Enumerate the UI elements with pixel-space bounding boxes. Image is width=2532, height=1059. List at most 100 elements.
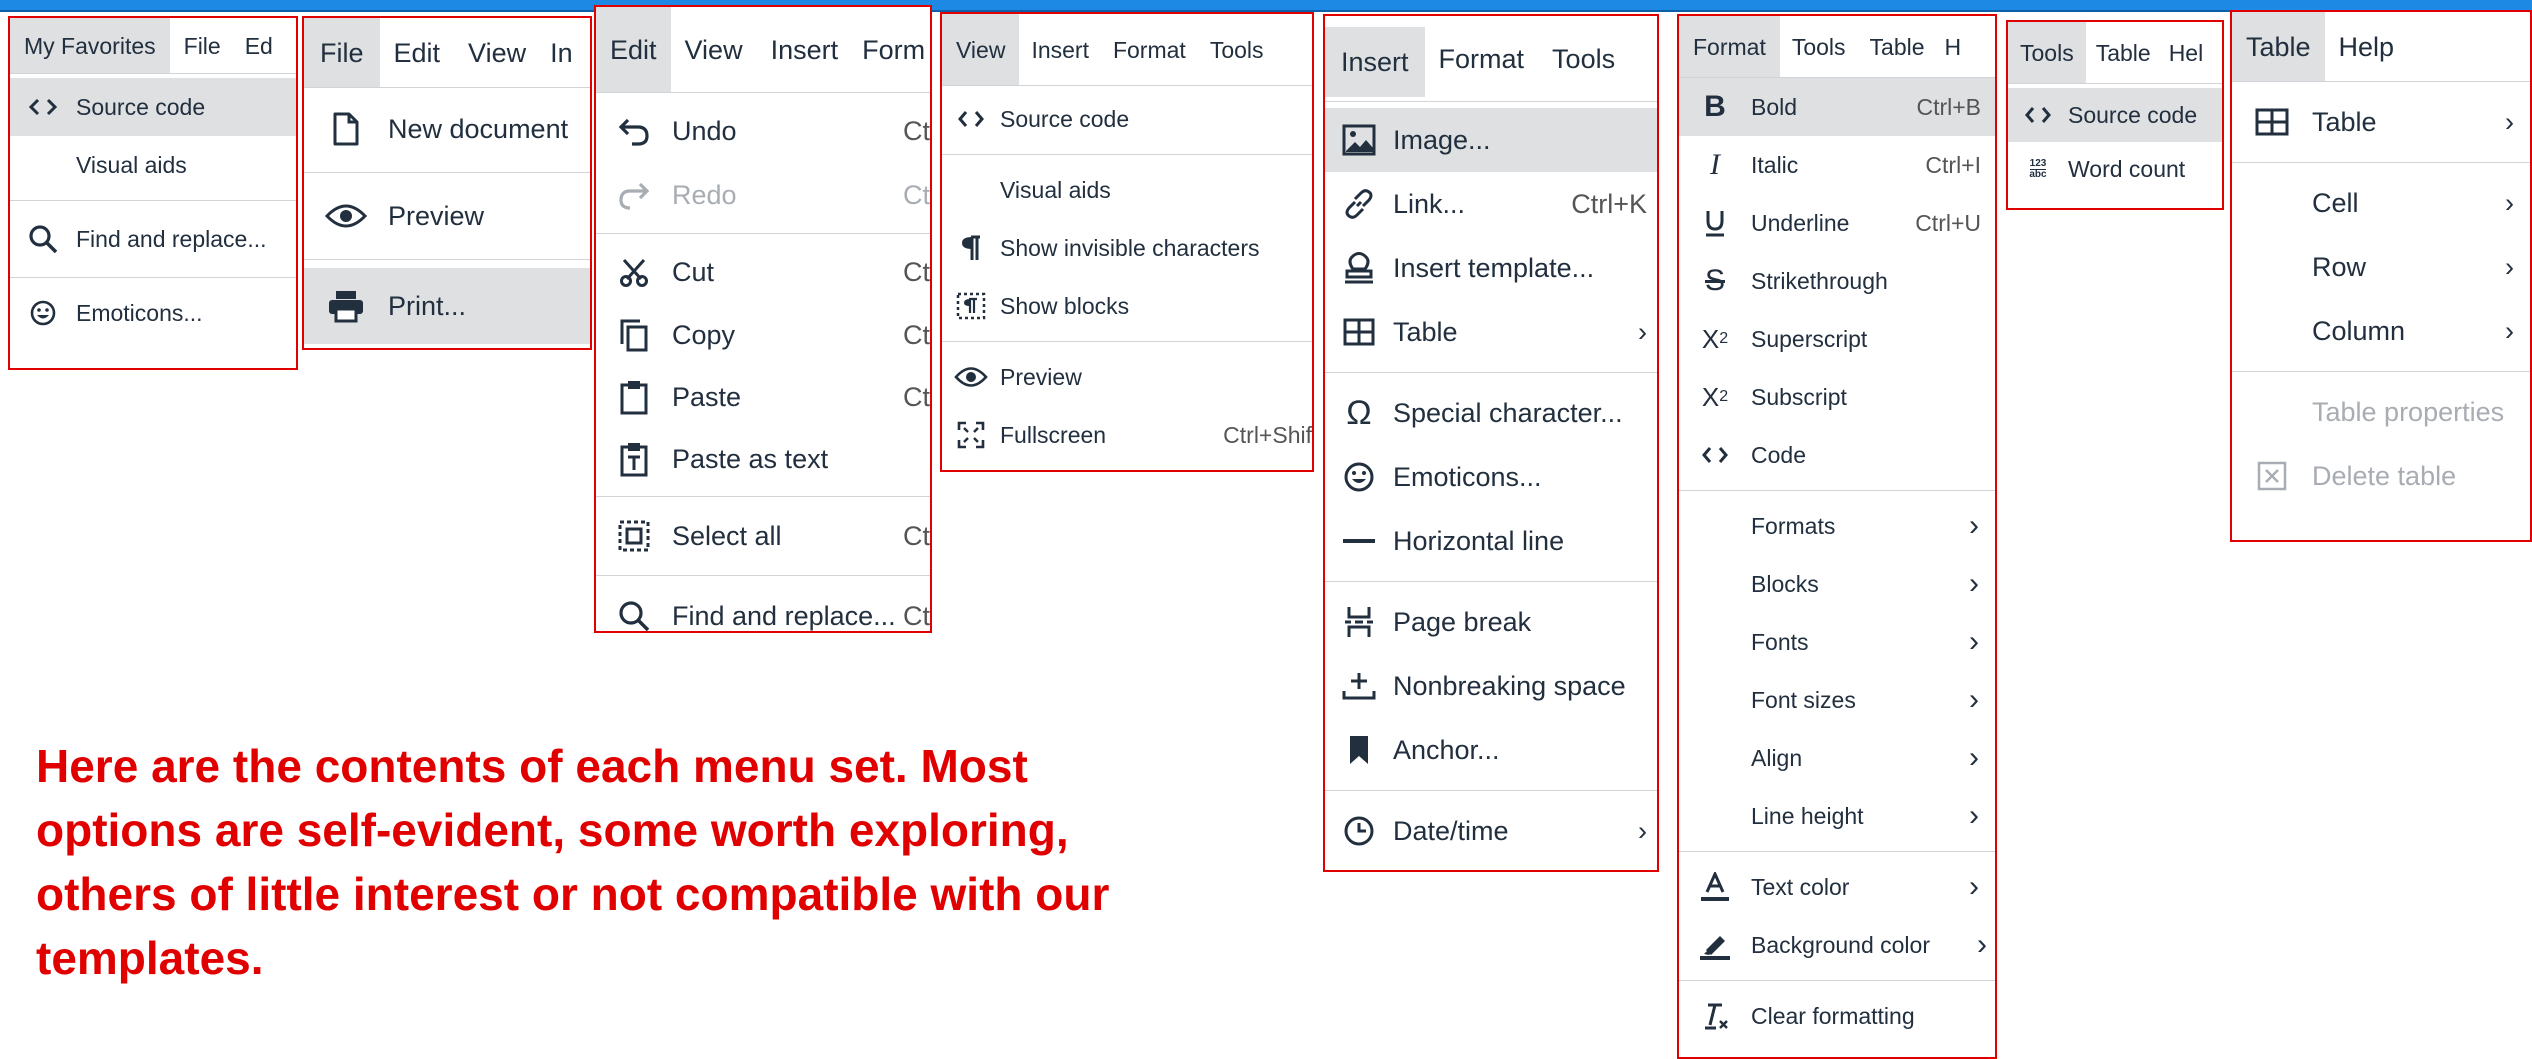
menubar-help[interactable]: Help [2325,12,2409,81]
menu-item-underline[interactable]: Underline Ctrl+U [1679,194,1995,252]
menu-item-show-invisible-characters[interactable]: Show invisible characters [942,219,1312,277]
menu-separator [1679,851,1995,852]
menubar-format[interactable]: Format [1101,14,1198,85]
menubar-edit[interactable]: Edit [596,7,671,92]
menu-item-image[interactable]: Image... [1325,108,1657,172]
menu-item-word-count[interactable]: 123 abc Word count [2008,142,2222,196]
menu-item-strikethrough[interactable]: S Strikethrough [1679,252,1995,310]
chevron-right-icon: › [1969,683,1979,716]
menu-item-source-code[interactable]: Source code [10,78,296,136]
menu-item-find-and-replace[interactable]: Find and replace... [10,207,296,271]
menu-item-insert-template[interactable]: Insert template... [1325,236,1657,300]
menu-separator [1325,581,1657,582]
menu-item-label: Paste [672,381,742,412]
menu-item-visual-aids[interactable]: Visual aids [10,136,296,194]
menubar-tools[interactable]: Tools [1538,16,1629,101]
menubar-file[interactable]: File [304,18,380,87]
menubar-insert[interactable]: Insert [1019,14,1101,85]
menu-item-fullscreen[interactable]: Fullscreen Ctrl+Shif [942,406,1312,464]
source-code-icon [942,109,1000,129]
menubar-help[interactable]: Hel [2161,22,2212,83]
menu-item-table[interactable]: Table › [2232,90,2530,154]
menu-item-redo: Redo Ct [596,163,930,227]
menu-item-table[interactable]: Table › [1325,300,1657,364]
menu-item-date-time[interactable]: Date/time › [1325,799,1657,863]
menu-item-fonts[interactable]: Fonts › [1679,613,1995,671]
menu-item-align[interactable]: Align › [1679,729,1995,787]
menu-item-preview[interactable]: Preview [304,181,590,251]
menu-item-emoticons[interactable]: Emoticons... [10,284,296,342]
menubar-help[interactable]: H [1937,16,1970,77]
menubar-view[interactable]: View [454,18,540,87]
superscript-icon: X2 [1701,323,1729,354]
menu-item-cell[interactable]: Cell › [2232,171,2530,235]
menu-item-superscript[interactable]: X2 Superscript [1679,310,1995,368]
menubar-view[interactable]: View [671,7,757,92]
menu-item-label: Background color [1751,931,1930,958]
menubar-my-favorites[interactable]: My Favorites [10,18,170,73]
menu-item-text-color[interactable]: Text color › [1679,858,1995,916]
menu-separator [1679,980,1995,981]
menu-item-formats[interactable]: Formats › [1679,497,1995,555]
menubar-table[interactable]: Table [1858,16,1937,77]
menubar-view[interactable]: View [942,14,1020,85]
menu-item-label: Line height [1751,802,1864,829]
menu-item-copy[interactable]: Copy Ct [596,304,930,366]
menu-item-italic[interactable]: I Italic Ctrl+I [1679,136,1995,194]
menu-item-nonbreaking-space[interactable]: Nonbreaking space [1325,654,1657,718]
menu-item-select-all[interactable]: Select all Ct [596,503,930,569]
menu-item-print[interactable]: Print... [304,268,590,344]
menu-item-line-height[interactable]: Line height › [1679,787,1995,845]
menubar-edit[interactable]: Edit [380,18,455,87]
menu-item-preview[interactable]: Preview [942,348,1312,406]
menubar-file[interactable]: File [170,18,235,73]
menu-item-clear-formatting[interactable]: Clear formatting [1679,987,1995,1045]
menu-item-link[interactable]: Link... Ctrl+K [1325,172,1657,236]
menu-item-label: Font sizes [1751,686,1856,713]
menu-item-background-color[interactable]: Background color › [1679,916,1995,974]
menubar-insert[interactable]: In [540,18,583,87]
menubar-table[interactable]: Table [2232,12,2325,81]
menu-item-label: Image... [1393,124,1491,155]
chevron-right-icon: › [2505,251,2514,282]
menubar-insert[interactable]: Insert [757,7,853,92]
menubar: File Edit View In [304,18,590,88]
menu-item-page-break[interactable]: Page break [1325,590,1657,654]
menu-item-horizontal-line[interactable]: Horizontal line [1325,509,1657,573]
menu-item-cut[interactable]: Cut Ct [596,240,930,304]
menu-item-emoticons[interactable]: Emoticons... [1325,445,1657,509]
menu-item-subscript[interactable]: X2 Subscript [1679,368,1995,426]
menu-item-label: Emoticons... [76,299,203,326]
menu-item-font-sizes[interactable]: Font sizes › [1679,671,1995,729]
menu-item-new-document[interactable]: New document [304,94,590,164]
menubar-tools[interactable]: Tools [1780,16,1858,77]
menu-item-paste[interactable]: Paste Ct [596,366,930,428]
menu-item-code[interactable]: Code [1679,426,1995,484]
menu-item-find-and-replace[interactable]: Find and replace... Ct [596,582,930,631]
menubar-insert[interactable]: Insert [1325,26,1425,97]
menu-item-anchor[interactable]: Anchor... [1325,718,1657,782]
menu-item-paste-as-text[interactable]: Paste as text [596,428,930,490]
menu-item-source-code[interactable]: Source code [2008,88,2222,142]
menu-item-row[interactable]: Row › [2232,235,2530,299]
menubar-tools[interactable]: Tools [1198,14,1276,85]
menu-item-blocks[interactable]: Blocks › [1679,555,1995,613]
menubar-format[interactable]: Form [852,7,930,92]
favorites-menu-panel: My Favorites File Ed Source code Visual … [8,16,298,370]
menu-item-special-character[interactable]: Ω Special character... [1325,381,1657,445]
menubar-format[interactable]: Format [1679,16,1780,77]
menu-item-column[interactable]: Column › [2232,299,2530,363]
table-dropdown: Table › Cell › Row › Column › Table prop… [2232,82,2530,512]
menubar-edit[interactable]: Ed [235,18,283,73]
menu-item-shortcut: Ctrl+K [1571,188,1647,219]
menu-item-visual-aids[interactable]: Visual aids [942,161,1312,219]
menu-item-source-code[interactable]: Source code [942,90,1312,148]
menubar-format[interactable]: Format [1425,16,1539,101]
menu-item-undo[interactable]: Undo Ct [596,99,930,163]
edit-menu-panel: Edit View Insert Form Undo Ct Redo Ct Cu… [594,5,932,633]
bold-icon: B [1704,90,1726,123]
menu-item-bold[interactable]: B Bold Ctrl+B [1679,78,1995,136]
menu-item-show-blocks[interactable]: Show blocks [942,277,1312,335]
menubar-tools[interactable]: Tools [2008,22,2086,83]
menubar-table[interactable]: Table [2086,22,2161,83]
